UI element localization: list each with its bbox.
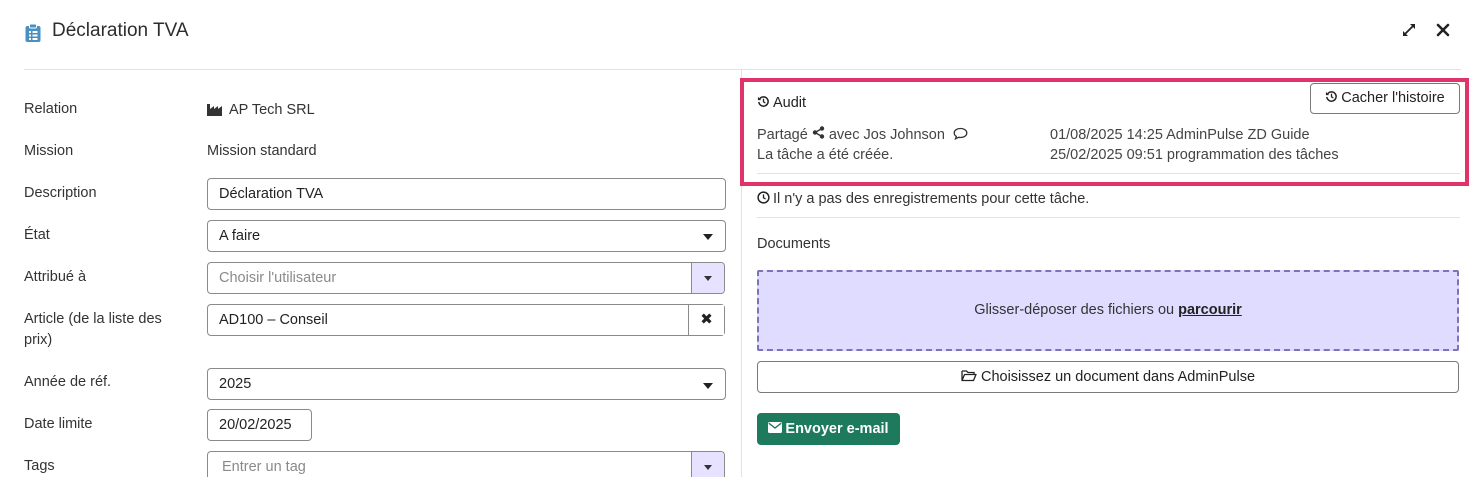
article-label: Article (de la liste des prix)	[24, 311, 162, 348]
relation-label: Relation	[24, 101, 78, 117]
audit-title: Audit	[773, 95, 807, 111]
clock-icon	[757, 191, 770, 204]
no-records-text: Il n'y a pas des enregistrements pour ce…	[773, 191, 1090, 207]
deadline-input[interactable]: 20/02/2025	[207, 409, 312, 441]
assigned-label: Attribué à	[24, 269, 87, 285]
article-value: AD100 – Conseil	[219, 312, 328, 328]
clear-article-button[interactable]: ✖	[688, 305, 724, 335]
state-value: A faire	[219, 228, 261, 244]
audit-entry-action: Partagé	[757, 127, 808, 143]
audit-entry-date: 01/08/2025 14:25 AdminPulse ZD Guide	[1050, 127, 1310, 143]
assigned-placeholder: Choisir l'utilisateur	[219, 270, 337, 286]
tags-label: Tags	[24, 458, 55, 474]
tags-placeholder: Entrer un tag	[222, 459, 306, 475]
send-email-button[interactable]: Envoyer e-mail	[757, 413, 900, 445]
envelope-icon	[768, 422, 783, 434]
description-value: Déclaration TVA	[219, 186, 324, 202]
browse-link[interactable]: parcourir	[1178, 302, 1242, 318]
year-value: 2025	[219, 376, 252, 392]
clipboard-list-icon	[25, 23, 41, 42]
audit-heading: Audit	[757, 95, 806, 111]
audit-entry: Partagé avec Jos Johnson	[757, 125, 968, 143]
choose-document-button[interactable]: Choisissez un document dans AdminPulse	[757, 361, 1459, 393]
history-icon	[757, 96, 769, 108]
records-divider	[757, 217, 1460, 218]
tags-input[interactable]: Entrer un tag	[207, 451, 725, 477]
relation-value[interactable]: AP Tech SRL	[207, 102, 315, 118]
chevron-down-icon	[704, 276, 712, 281]
article-select[interactable]: AD100 – Conseil ✖	[207, 304, 725, 336]
modal-title: Déclaration TVA	[52, 20, 189, 41]
factory-icon	[207, 103, 222, 116]
chevron-down-icon	[704, 465, 712, 470]
tags-dropdown-button[interactable]	[691, 452, 724, 477]
year-select[interactable]: 2025	[207, 368, 726, 400]
year-label: Année de réf.	[24, 374, 112, 390]
documents-heading: Documents	[757, 236, 831, 252]
file-dropzone[interactable]: Glisser-déposer des fichiers ou parcouri…	[757, 270, 1459, 351]
audit-divider	[757, 173, 1460, 174]
deadline-label: Date limite	[24, 416, 93, 432]
assigned-user-select[interactable]: Choisir l'utilisateur	[207, 262, 725, 294]
mission-value: Mission standard	[207, 143, 317, 159]
send-email-label: Envoyer e-mail	[785, 421, 889, 437]
modal-header: Déclaration TVA	[0, 0, 1481, 70]
assigned-dropdown-button[interactable]	[691, 263, 724, 293]
chevron-down-icon	[703, 383, 713, 389]
no-records-message: Il n'y a pas des enregistrements pour ce…	[757, 191, 1089, 207]
history-icon	[1326, 91, 1338, 103]
close-icon[interactable]	[1434, 21, 1452, 39]
state-label: État	[24, 227, 50, 243]
relation-name: AP Tech SRL	[229, 102, 315, 118]
dropzone-text: Glisser-déposer des fichiers ou	[974, 302, 1179, 318]
deadline-value: 20/02/2025	[219, 417, 292, 433]
close-icon: ✖	[700, 311, 713, 328]
expand-icon[interactable]	[1400, 21, 1418, 39]
audit-entry-date: 25/02/2025 09:51 programmation des tâche…	[1050, 147, 1339, 163]
description-label: Description	[24, 185, 97, 201]
choose-document-label: Choisissez un document dans AdminPulse	[980, 369, 1256, 385]
folder-open-icon	[961, 370, 977, 382]
audit-entry: La tâche a été créée.	[757, 147, 894, 163]
share-icon	[812, 125, 825, 139]
description-input[interactable]: Déclaration TVA	[207, 178, 726, 210]
chevron-down-icon	[703, 234, 713, 240]
header-divider	[24, 69, 1461, 70]
state-select[interactable]: A faire	[207, 220, 726, 252]
comment-icon[interactable]	[953, 127, 968, 141]
hide-history-button[interactable]: Cacher l'histoire	[1310, 83, 1460, 114]
mission-label: Mission	[24, 143, 74, 159]
hide-history-label: Cacher l'histoire	[1341, 90, 1445, 106]
audit-entry-detail: avec Jos Johnson	[828, 127, 945, 143]
